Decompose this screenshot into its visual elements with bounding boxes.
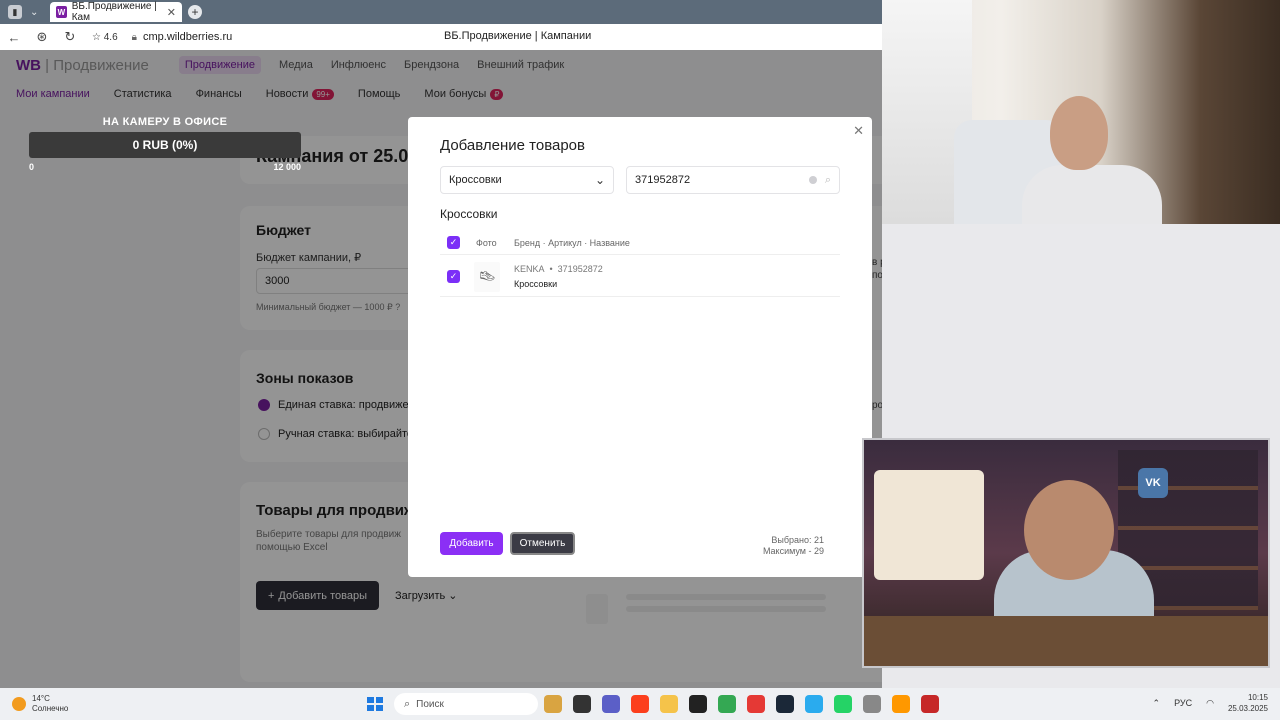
webcam-person-head [1050, 96, 1108, 170]
product-meta: KENKA • 371952872 [514, 264, 603, 274]
obs-icon[interactable] [921, 695, 939, 713]
new-tab-button[interactable]: + [188, 5, 202, 19]
browser-tab-bar: ▮ ⌄ W ВБ.Продвижение | Кам ✕ + [0, 0, 882, 24]
taskbar-apps [544, 695, 939, 713]
webcam-person-body [1022, 165, 1162, 224]
browser-sidebar-icon[interactable]: ▮ [8, 5, 22, 19]
webcam-person-head [1024, 480, 1114, 580]
app-icon[interactable] [689, 695, 707, 713]
sku-search-field: ⌕ [626, 166, 840, 194]
windows-start-icon[interactable] [367, 697, 383, 711]
chevron-down-icon[interactable]: ⌄ [30, 7, 38, 18]
clock[interactable]: 10:15 25.03.2025 [1228, 692, 1268, 714]
section-label: Кроссовки [440, 207, 498, 221]
webcam-feed-top [882, 0, 1280, 224]
table-header: ✓ Фото Бренд · Артикул · Название [440, 231, 840, 255]
separator-dot: • [549, 264, 553, 274]
tab-close-icon[interactable]: ✕ [167, 6, 176, 19]
task-view-icon[interactable] [573, 695, 591, 713]
sneaker-photo-icon: 👟︎ [474, 261, 500, 292]
reload-icon[interactable]: ↻ [56, 29, 84, 45]
weather-temperature: 14°C [32, 694, 50, 703]
protect-shield-icon[interactable]: ⊛ [28, 29, 56, 45]
file-explorer-icon[interactable] [544, 695, 562, 713]
product-brand: KENKA [514, 264, 545, 274]
sku-search-input[interactable] [635, 174, 785, 186]
add-products-modal: ✕ Добавление товаров Кроссовки ⌄ ⌕ Кросс… [408, 117, 872, 577]
product-sku: 371952872 [557, 264, 603, 274]
app-icon[interactable] [892, 695, 910, 713]
clock-time: 10:15 [1247, 693, 1268, 702]
maximum-count: Максимум - 29 [762, 546, 824, 556]
page-title: ВБ.Продвижение | Кампании [444, 30, 592, 42]
browser-tab[interactable]: W ВБ.Продвижение | Кам ✕ [50, 1, 182, 23]
selected-count: Выбрано: 21 [771, 535, 824, 545]
weather-condition: Солнечно [32, 704, 69, 713]
row-checkbox[interactable]: ✓ [447, 270, 460, 283]
column-info: Бренд · Артикул · Название [514, 237, 630, 248]
lock-icon[interactable]: 🔒︎ [132, 32, 137, 43]
search-icon: ⌕ [404, 697, 411, 710]
back-arrow-icon[interactable]: ← [0, 30, 28, 45]
webcam-feed-bottom: VK [862, 438, 1270, 668]
rating-value: 4.6 [103, 31, 118, 43]
donation-goal-title: НА КАМЕРУ В ОФИСЕ [102, 116, 228, 128]
product-info: KENKA • 371952872 Кроссовки [514, 264, 603, 289]
scale-min: 0 [29, 162, 35, 172]
steam-icon[interactable] [776, 695, 794, 713]
donation-progress-bar: 0 RUB (0%) [29, 132, 301, 158]
windows-taskbar: 14°C Солнечно ⌕ Поиск ⌃ РУС ◠ 10:15 25.03.2… [0, 688, 1280, 720]
donation-scale: 0 12 000 [29, 162, 301, 172]
clock-date: 25.03.2025 [1227, 704, 1268, 713]
column-photo: Фото [476, 237, 497, 248]
webcam-table [864, 616, 1268, 666]
donation-progress-text: 0 RUB (0%) [132, 138, 198, 152]
close-icon[interactable]: ✕ [853, 123, 864, 139]
clear-icon[interactable] [808, 176, 817, 184]
tab-title: ВБ.Продвижение | Кам [71, 1, 157, 23]
chrome-icon[interactable] [718, 695, 736, 713]
whatsapp-icon[interactable] [834, 695, 852, 713]
telegram-icon[interactable] [805, 695, 823, 713]
weather-text: 14°C Солнечно [32, 694, 68, 714]
add-button[interactable]: Добавить [440, 532, 503, 555]
search-icon[interactable]: ⌕ [825, 174, 831, 187]
teams-icon[interactable] [602, 695, 620, 713]
weather-widget[interactable]: 14°C Солнечно [12, 694, 68, 714]
modal-title: Добавление товаров [440, 137, 585, 154]
product-name: Кроссовки [514, 279, 558, 289]
yandex-icon[interactable] [747, 695, 765, 713]
system-tray: ⌃ РУС ◠ 10:15 25.03.2025 [1153, 692, 1268, 714]
sun-icon [12, 697, 26, 711]
folder-icon[interactable] [660, 695, 678, 713]
cancel-button[interactable]: Отменить [510, 532, 575, 555]
wifi-icon[interactable]: ◠ [1206, 698, 1214, 709]
wildberries-favicon-icon: W [56, 6, 67, 18]
chevron-up-icon[interactable]: ⌃ [1153, 698, 1161, 709]
select-all-checkbox[interactable]: ✓ [447, 236, 460, 249]
app-icon[interactable] [863, 695, 881, 713]
taskbar-search[interactable]: ⌕ Поиск [394, 693, 538, 715]
yandex-browser-icon[interactable] [631, 695, 649, 713]
category-select[interactable]: Кроссовки ⌄ [440, 166, 614, 194]
chevron-down-icon: ⌄ [594, 173, 605, 187]
url-field[interactable]: cmp.wildberries.ru [143, 31, 232, 43]
table-row[interactable]: ✓ 👟︎ KENKA • 371952872 Кроссовки [440, 257, 840, 297]
category-select-value: Кроссовки [449, 174, 502, 186]
vk-logo-icon: VK [1138, 468, 1168, 498]
address-bar: ← ⊛ ↻ ☆ 4.6 🔒︎ cmp.wildberries.ru ВБ.Про… [0, 24, 882, 50]
stream-donation-goal: НА КАМЕРУ В ОФИСЕ 0 RUB (0%) 0 12 000 [29, 116, 301, 172]
taskbar-search-placeholder: Поиск [416, 698, 444, 710]
webcam-lamp [874, 470, 984, 580]
language-indicator[interactable]: РУС [1174, 698, 1192, 708]
scale-max: 12 000 [273, 162, 301, 172]
site-rating[interactable]: ☆ 4.6 [92, 32, 118, 43]
selection-counters: Выбрано: 21 Максимум - 29 [763, 535, 824, 557]
